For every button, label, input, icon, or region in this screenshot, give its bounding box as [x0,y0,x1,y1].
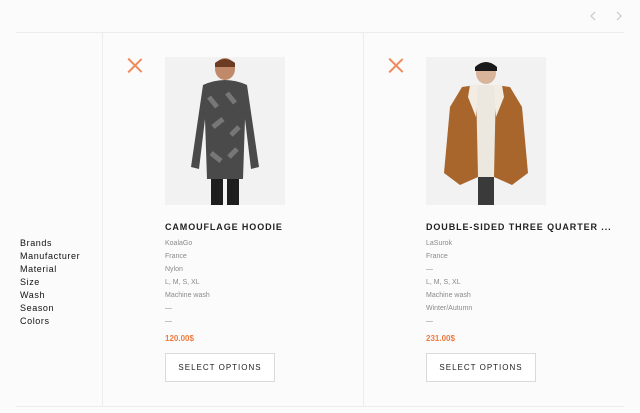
product-column: DOUBLE-SIDED THREE QUARTER ... LaSurok F… [364,32,624,406]
spec-season: — [165,305,172,312]
spec-brand: LaSurok [426,240,453,247]
product-image[interactable] [165,57,285,205]
spec-manufacturer: France [165,253,187,260]
close-icon[interactable] [127,57,143,73]
attribute-label-season: Season [20,303,55,313]
select-options-button[interactable]: SELECT OPTIONS [165,353,275,382]
compare-page: Brands Manufacturer Material Size Wash S… [0,0,640,413]
spec-season: Winter/Autumn [426,305,473,312]
spec-brand: KoalaGo [165,240,193,247]
product-price: 120.00$ [165,334,194,343]
attribute-label-colors: Colors [20,316,50,326]
spec-colors: — [165,318,172,325]
spec-material: — [426,266,433,273]
chevron-left-icon[interactable] [588,9,598,23]
spec-manufacturer: France [426,253,448,260]
attribute-label-brands: Brands [20,238,53,248]
attribute-label-material: Material [20,264,57,274]
divider-bottom [16,406,624,407]
spec-colors: — [426,318,433,325]
product-specs: LaSurok France — L, M, S, XL Machine was… [426,237,472,328]
attribute-label-manufacturer: Manufacturer [20,251,81,261]
select-options-button[interactable]: SELECT OPTIONS [426,353,536,382]
product-specs: KoalaGo France Nylon L, M, S, XL Machine… [165,237,210,328]
product-title[interactable]: CAMOUFLAGE HOODIE [165,222,355,232]
product-image[interactable] [426,57,546,205]
spec-size: L, M, S, XL [165,279,200,286]
product-title[interactable]: DOUBLE-SIDED THREE QUARTER ... [426,222,616,232]
spec-material: Nylon [165,266,183,273]
spec-wash: Machine wash [165,292,210,299]
attribute-labels: Brands Manufacturer Material Size Wash S… [20,237,80,328]
close-icon[interactable] [388,57,404,73]
spec-wash: Machine wash [426,292,471,299]
chevron-right-icon[interactable] [614,9,624,23]
attribute-label-size: Size [20,277,40,287]
pager [588,9,624,23]
product-price: 231.00$ [426,334,455,343]
attribute-label-wash: Wash [20,290,46,300]
product-column: CAMOUFLAGE HOODIE KoalaGo France Nylon L… [103,32,363,406]
spec-size: L, M, S, XL [426,279,461,286]
